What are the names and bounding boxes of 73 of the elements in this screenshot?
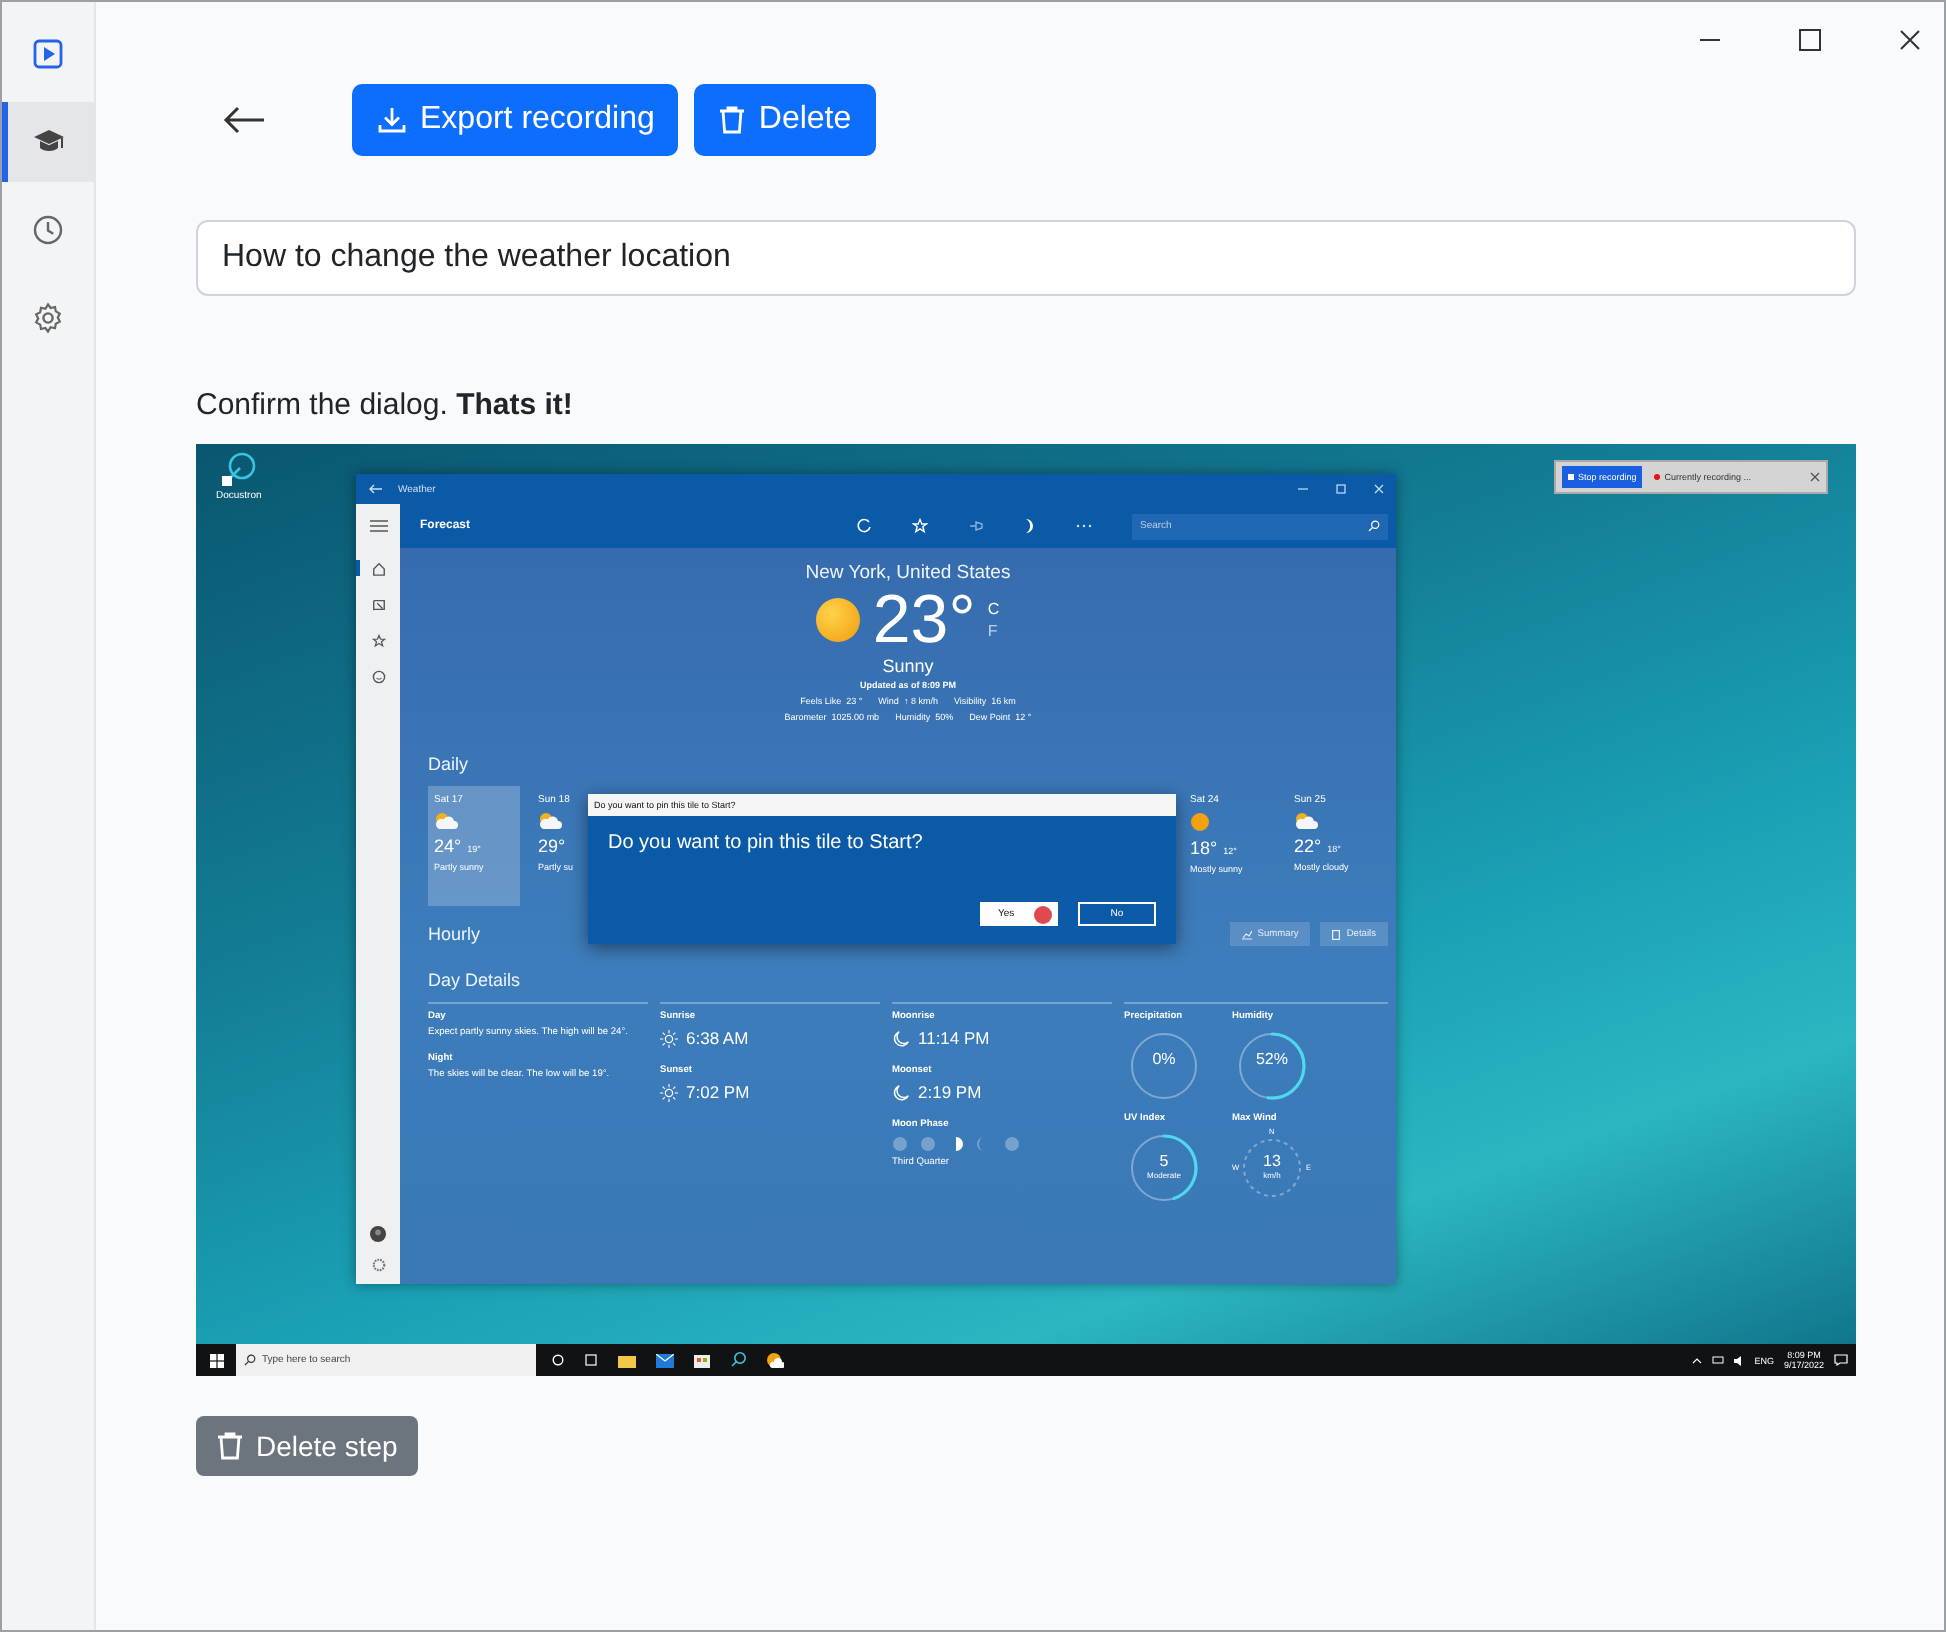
sidebar-item[interactable] [2, 102, 94, 182]
network-icon[interactable] [1712, 1355, 1725, 1365]
refresh-icon[interactable] [856, 518, 872, 534]
back-arrow-icon[interactable] [222, 106, 266, 134]
trash-icon [718, 104, 747, 136]
dialog-message: Do you want to pin this tile to Start? [606, 830, 925, 854]
play-icon [32, 38, 64, 70]
cloud-with-sun-icon [1294, 812, 1318, 830]
list-icon [1332, 929, 1341, 939]
sun-outline-icon [660, 1083, 678, 1101]
unit-toggle[interactable]: C [987, 600, 1000, 618]
moon-icon [892, 1029, 910, 1047]
graduation-cap-icon [31, 128, 65, 156]
smiley-icon [371, 669, 385, 683]
gauge-value: 13 [1263, 1152, 1281, 1170]
gauge-value: 0% [1152, 1050, 1176, 1068]
section-heading: Hourly [428, 924, 481, 944]
windows-logo-icon[interactable] [209, 1353, 223, 1367]
cloud-with-sun-icon [434, 812, 458, 830]
recording-dot-icon [1654, 474, 1661, 480]
settings-icon[interactable] [371, 1258, 385, 1272]
close-icon[interactable] [1810, 472, 1820, 482]
search-icon [244, 1354, 256, 1366]
caret-up-icon[interactable] [1692, 1357, 1703, 1363]
detail-time: 11:14 PM [918, 1028, 990, 1048]
moon-icon [892, 1083, 910, 1101]
detail-time: 7:02 PM [686, 1082, 750, 1102]
sun-icon [1190, 812, 1210, 832]
location-name: New York, United States [805, 562, 1011, 584]
section-heading: Daily [428, 754, 471, 774]
app-shortcut-icon[interactable] [220, 452, 257, 488]
detail-time: 6:38 AM [686, 1028, 749, 1048]
download-icon [376, 104, 408, 136]
app-icon[interactable] [730, 1352, 746, 1368]
store-icon[interactable] [694, 1352, 710, 1368]
cloud-with-sun-icon [538, 812, 562, 830]
title-field[interactable]: How to change the weather location [196, 220, 1856, 296]
settings-icon [32, 302, 64, 334]
circle-icon[interactable] [552, 1354, 564, 1366]
condition: Sunny [882, 656, 934, 676]
task-view-icon[interactable] [584, 1354, 598, 1366]
export-button[interactable]: Export recording [352, 84, 679, 156]
star-icon [371, 633, 385, 647]
detail-time: 2:19 PM [918, 1082, 982, 1102]
sun-icon [816, 598, 861, 642]
folder-icon[interactable] [618, 1353, 636, 1367]
mail-icon[interactable] [656, 1353, 674, 1367]
clock-icon [32, 214, 64, 246]
gauge-value: 52% [1255, 1050, 1288, 1068]
home-icon [371, 561, 385, 575]
unit-toggle[interactable]: F [987, 622, 1000, 640]
pin-icon[interactable] [968, 518, 984, 534]
chart-icon [1241, 929, 1252, 939]
weather-app-icon[interactable] [766, 1352, 784, 1368]
map-icon [371, 597, 385, 611]
section-heading: Day Details [428, 970, 523, 990]
click-marker [1034, 906, 1052, 924]
avatar-icon[interactable] [370, 1226, 386, 1242]
sun-outline-icon [660, 1029, 678, 1047]
search-icon [1368, 520, 1380, 532]
gauge-value: 5 [1159, 1152, 1169, 1170]
compass-ring [1243, 1139, 1301, 1197]
delete-step-button[interactable]: Delete step [196, 1416, 418, 1476]
step-description: Confirm the dialog. Thats it! [196, 388, 575, 426]
menu-icon[interactable] [369, 520, 387, 532]
star-icon[interactable] [912, 518, 928, 534]
moon-icon[interactable] [1024, 518, 1036, 534]
temperature: 23° [872, 586, 976, 654]
trash-icon [216, 1430, 244, 1462]
notification-icon[interactable] [1834, 1354, 1848, 1366]
stop-icon [1568, 474, 1574, 480]
delete-button[interactable]: Delete [694, 84, 876, 156]
speaker-icon[interactable] [1734, 1355, 1745, 1365]
